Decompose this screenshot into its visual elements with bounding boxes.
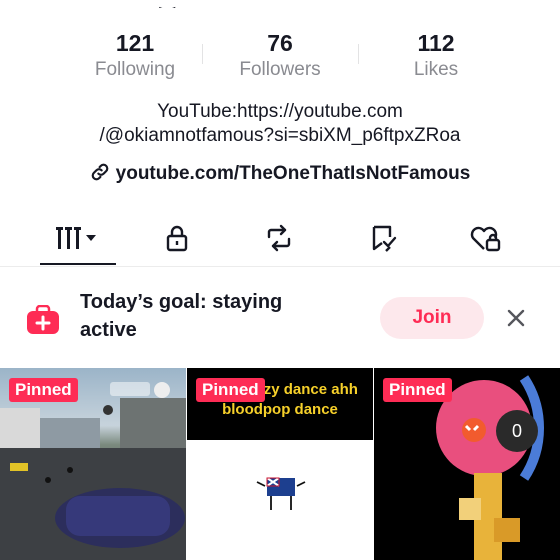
- stat-likes[interactable]: 112 Likes: [356, 30, 516, 81]
- profile-link[interactable]: youtube.com/TheOneThatIsNotFamous: [0, 162, 560, 185]
- video-frame: [187, 440, 373, 560]
- profile-link-text: youtube.com/TheOneThatIsNotFamous: [115, 163, 471, 184]
- flag-character-image: [256, 477, 306, 510]
- close-icon: [507, 309, 525, 327]
- tab-reposts[interactable]: [229, 212, 329, 264]
- pinned-badge: Pinned: [196, 378, 265, 402]
- goal-banner: Today’s goal: staying active Join: [0, 270, 560, 366]
- overlay-badge: [110, 382, 150, 396]
- goal-bag-icon: [27, 305, 59, 334]
- link-icon: [91, 163, 108, 181]
- video-thumbnail-3[interactable]: 0 Pinned: [374, 368, 560, 560]
- goal-text: Today’s goal: staying active: [80, 291, 283, 341]
- following-count: 121: [115, 30, 155, 56]
- following-label: Following: [94, 59, 176, 80]
- counter-badge: 0: [496, 410, 538, 452]
- pinned-badge: Pinned: [383, 378, 452, 402]
- liked-icon: [470, 226, 501, 252]
- favorites-icon: [372, 225, 397, 252]
- followers-count: 76: [267, 30, 293, 56]
- profile-tabs: [0, 212, 560, 267]
- tab-videos[interactable]: [28, 212, 128, 265]
- join-button[interactable]: Join: [380, 297, 484, 339]
- top-clipped-text: ‿: [0, 0, 560, 8]
- video-thumbnail-1[interactable]: Pinned: [0, 368, 186, 560]
- bio-line-2: /@okiamnotfamous?si=sbiXM_p6ftpxZRoa: [99, 125, 461, 146]
- likes-label: Likes: [413, 59, 459, 80]
- stat-followers[interactable]: 76 Followers: [200, 30, 360, 81]
- profile-stats: 121 Following 76 Followers 112 Likes: [0, 30, 560, 86]
- stat-following[interactable]: 121 Following: [55, 30, 215, 81]
- tab-favorites[interactable]: [333, 212, 433, 264]
- lock-icon: [166, 225, 188, 252]
- repost-icon: [267, 224, 291, 252]
- pinned-badge: Pinned: [9, 378, 78, 402]
- followers-label: Followers: [239, 59, 321, 80]
- tab-private[interactable]: [127, 212, 227, 264]
- profile-bio: YouTube:https://youtube.com /@okiamnotfa…: [0, 100, 560, 148]
- videos-grid-icon: [56, 227, 96, 249]
- likes-count: 112: [417, 30, 455, 56]
- tab-liked[interactable]: [435, 212, 535, 264]
- video-grid: Pinned ing a crazy dance ahh bloodpop da…: [0, 368, 560, 560]
- video-thumbnail-2[interactable]: ing a crazy dance ahh bloodpop dance Pin…: [187, 368, 373, 560]
- bio-line-1: YouTube:https://youtube.com: [157, 101, 403, 122]
- close-button[interactable]: [500, 302, 532, 334]
